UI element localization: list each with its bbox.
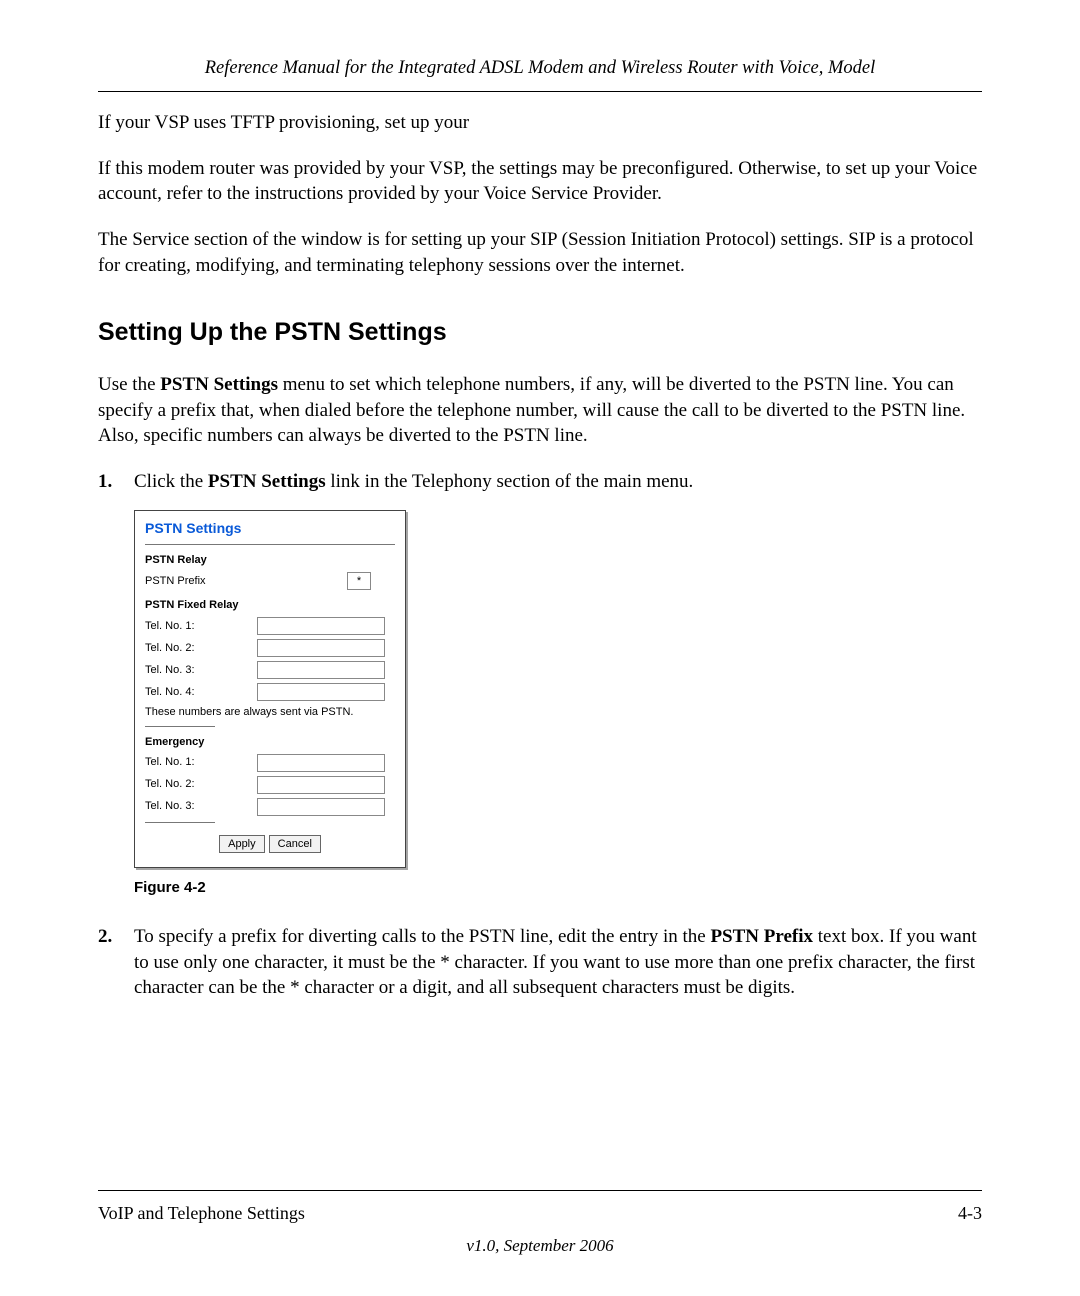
figure-caption: Figure 4-2 (134, 878, 982, 898)
divider (145, 544, 395, 545)
pstn-fixed-note: These numbers are always sent via PSTN. (145, 705, 395, 720)
emergency-header: Emergency (145, 735, 395, 750)
em-tel1-label: Tel. No. 1: (145, 755, 257, 770)
footer-divider (98, 1190, 982, 1191)
tel3-input[interactable] (257, 661, 385, 679)
emergency-row-3: Tel. No. 3: (145, 798, 395, 816)
section-heading: Setting Up the PSTN Settings (98, 316, 982, 350)
pstn-fixed-row-3: Tel. No. 3: (145, 661, 395, 679)
intro-pre: Use the (98, 374, 160, 395)
figure-pstn-settings: PSTN Settings PSTN Relay PSTN Prefix PST… (134, 510, 982, 867)
tel4-input[interactable] (257, 683, 385, 701)
em-tel2-input[interactable] (257, 776, 385, 794)
em-tel2-label: Tel. No. 2: (145, 777, 257, 792)
pstn-prefix-label: PSTN Prefix (145, 574, 257, 589)
pstn-settings-panel: PSTN Settings PSTN Relay PSTN Prefix PST… (134, 510, 406, 867)
tel4-label: Tel. No. 4: (145, 685, 257, 700)
step-2-body: To specify a prefix for diverting calls … (134, 924, 982, 1001)
page-footer: VoIP and Telephone Settings 4-3 v1.0, Se… (98, 1172, 982, 1258)
footer-left: VoIP and Telephone Settings (98, 1201, 305, 1225)
footer-page-number: 4-3 (958, 1201, 982, 1225)
step1-bold: PSTN Settings (208, 471, 326, 492)
step-2-number: 2. (98, 924, 134, 1001)
step2-pre: To specify a prefix for diverting calls … (134, 926, 710, 947)
divider (145, 822, 215, 823)
step1-post: link in the Telephony section of the mai… (326, 471, 694, 492)
tel3-label: Tel. No. 3: (145, 663, 257, 678)
paragraph-1: If your VSP uses TFTP provisioning, set … (98, 110, 982, 136)
em-tel1-input[interactable] (257, 754, 385, 772)
pstn-prefix-input[interactable] (347, 572, 371, 590)
tel1-label: Tel. No. 1: (145, 619, 257, 634)
divider (145, 726, 215, 727)
step2-bold: PSTN Prefix (710, 926, 813, 947)
button-row: Apply Cancel (145, 835, 395, 853)
step-1: 1. Click the PSTN Settings link in the T… (98, 469, 982, 495)
em-tel3-label: Tel. No. 3: (145, 799, 257, 814)
paragraph-3: The Service section of the window is for… (98, 227, 982, 278)
footer-version: v1.0, September 2006 (98, 1235, 982, 1258)
tel1-input[interactable] (257, 617, 385, 635)
cancel-button[interactable]: Cancel (269, 835, 321, 853)
pstn-prefix-row: PSTN Prefix (145, 572, 395, 590)
apply-button[interactable]: Apply (219, 835, 265, 853)
pstn-fixed-row-2: Tel. No. 2: (145, 639, 395, 657)
emergency-row-1: Tel. No. 1: (145, 754, 395, 772)
em-tel3-input[interactable] (257, 798, 385, 816)
section-intro: Use the PSTN Settings menu to set which … (98, 372, 982, 449)
step-1-body: Click the PSTN Settings link in the Tele… (134, 469, 982, 495)
pstn-fixed-relay-header: PSTN Fixed Relay (145, 598, 395, 613)
step1-pre: Click the (134, 471, 208, 492)
step-1-number: 1. (98, 469, 134, 495)
tel2-input[interactable] (257, 639, 385, 657)
paragraph-2: If this modem router was provided by you… (98, 156, 982, 207)
tel2-label: Tel. No. 2: (145, 641, 257, 656)
step-2: 2. To specify a prefix for diverting cal… (98, 924, 982, 1001)
intro-bold: PSTN Settings (160, 374, 278, 395)
pstn-relay-header: PSTN Relay (145, 553, 395, 568)
emergency-row-2: Tel. No. 2: (145, 776, 395, 794)
pstn-fixed-row-1: Tel. No. 1: (145, 617, 395, 635)
page-header-title: Reference Manual for the Integrated ADSL… (98, 56, 982, 81)
pstn-fixed-row-4: Tel. No. 4: (145, 683, 395, 701)
pstn-panel-title: PSTN Settings (145, 519, 395, 538)
header-divider (98, 91, 982, 92)
